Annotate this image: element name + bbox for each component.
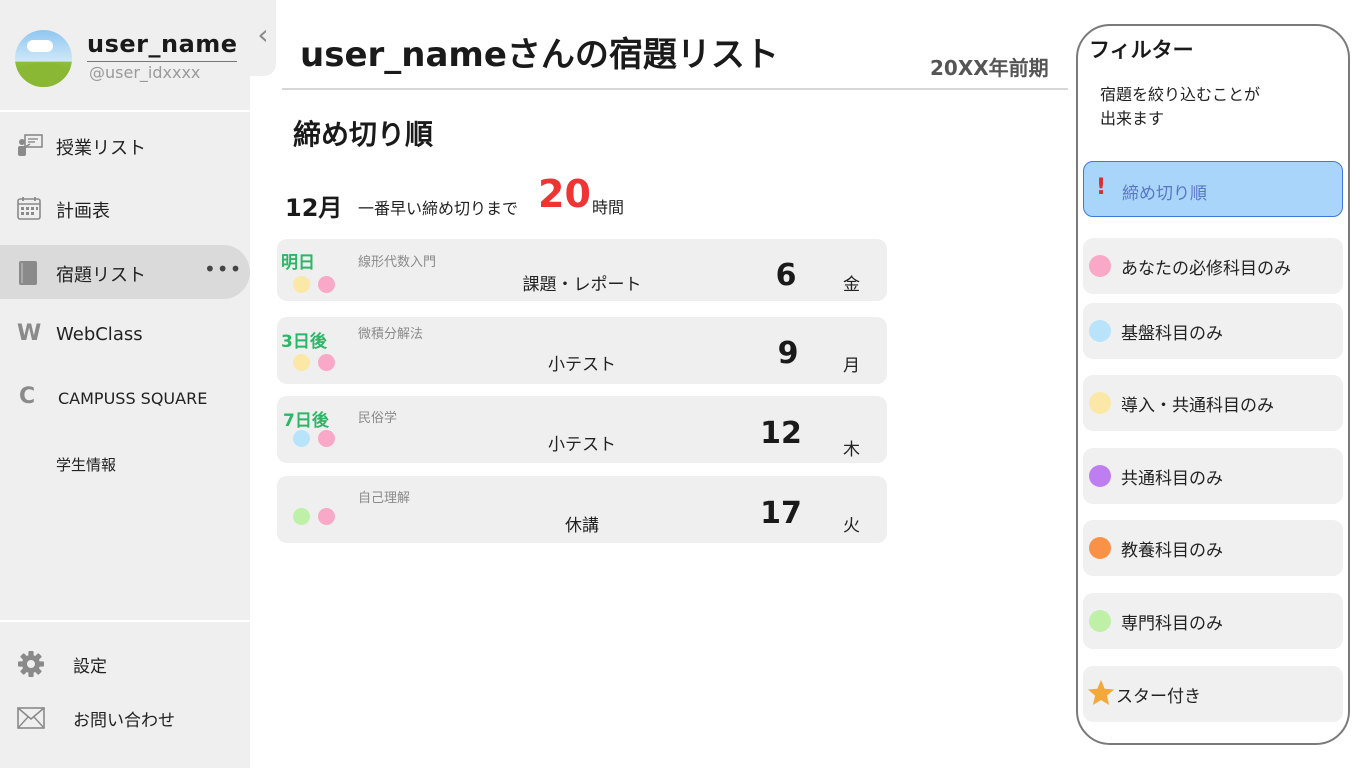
homework-card[interactable]: 明日 線形代数入門 課題・レポート 6 金: [277, 239, 887, 301]
exclamation-icon: !: [1096, 175, 1107, 200]
category-dot: [1089, 320, 1111, 342]
filter-panel: フィルター 宿題を絞り込むことが 出来ます ! 締め切り順 あなたの必修科目のみ…: [1076, 24, 1350, 745]
calendar-icon: [17, 196, 41, 220]
due-day: 9: [777, 336, 799, 371]
sidebar-item-label: 計画表: [56, 201, 110, 222]
category-dot: [293, 508, 310, 525]
sidebar-item-label: 設定: [73, 657, 107, 677]
category-dot: [1089, 610, 1111, 632]
avatar: [15, 30, 72, 87]
letter-c-icon: C: [19, 384, 36, 409]
filter-foundation[interactable]: 基盤科目のみ: [1083, 303, 1343, 359]
category-dot: [1089, 392, 1111, 414]
filter-introductory-common[interactable]: 導入・共通科目のみ: [1083, 375, 1343, 431]
page-title: user_nameさんの宿題リスト: [300, 35, 779, 75]
sidebar-item-contact[interactable]: お問い合わせ: [0, 690, 250, 744]
sidebar: user_name @user_idxxxx 授業リスト 計画表 宿題リスト •…: [0, 0, 250, 768]
course-name: 線形代数入門: [358, 255, 437, 270]
homework-card[interactable]: 自己理解 休講 17 火: [277, 476, 887, 543]
book-icon: [17, 260, 41, 285]
assignment-type: 小テスト: [548, 355, 616, 375]
sidebar-item-label: CAMPUSS SQUARE: [58, 389, 208, 408]
assignment-type: 小テスト: [548, 435, 616, 455]
deadline-countdown-label: 一番早い締め切りまで: [358, 199, 519, 218]
sidebar-item-label: 授業リスト: [56, 138, 146, 159]
user-name: user_name: [87, 30, 238, 58]
sidebar-item-webclass[interactable]: W WebClass: [0, 308, 250, 362]
section-title: 締め切り順: [293, 118, 434, 151]
category-dot: [318, 276, 335, 293]
sidebar-item-settings[interactable]: 設定: [0, 636, 250, 690]
relative-due: 明日: [281, 253, 315, 273]
due-day: 12: [760, 416, 802, 451]
collapse-sidebar-button[interactable]: ‹: [250, 0, 276, 76]
classroom-icon: [17, 133, 43, 157]
filter-title: フィルター: [1089, 38, 1194, 62]
relative-due: 7日後: [283, 411, 329, 431]
hours-unit: 時間: [592, 198, 625, 217]
sidebar-item-label: WebClass: [56, 324, 143, 345]
title-divider: [282, 88, 1068, 90]
month-label: 12月: [285, 194, 343, 222]
due-weekday: 金: [843, 275, 860, 295]
category-dot: [293, 354, 310, 371]
filter-label: 共通科目のみ: [1121, 469, 1223, 489]
filter-label: 締め切り順: [1122, 184, 1207, 204]
category-dot: [1089, 465, 1111, 487]
sidebar-item-campuss-square[interactable]: C CAMPUSS SQUARE: [0, 371, 250, 425]
sidebar-item-label: 宿題リスト: [56, 265, 146, 286]
due-weekday: 木: [843, 440, 860, 460]
category-dot: [1089, 255, 1111, 277]
sidebar-item-schedule[interactable]: 計画表: [0, 181, 250, 235]
filter-label: スター付き: [1116, 687, 1201, 707]
course-name: 微積分解法: [358, 327, 424, 342]
homework-card[interactable]: 3日後 微積分解法 小テスト 9 月: [277, 317, 887, 384]
filter-starred[interactable]: スター付き: [1083, 666, 1343, 722]
relative-due: 3日後: [281, 332, 327, 352]
deadline-hours: 20: [538, 172, 591, 216]
letter-w-icon: W: [17, 321, 42, 346]
assignment-type: 課題・レポート: [522, 275, 642, 295]
filter-label: 教養科目のみ: [1121, 541, 1223, 561]
homework-card[interactable]: 7日後 民俗学 小テスト 12 木: [277, 396, 887, 463]
filter-required[interactable]: あなたの必修科目のみ: [1083, 238, 1343, 294]
filter-specialized[interactable]: 専門科目のみ: [1083, 593, 1343, 649]
filter-description: 宿題を絞り込むことが 出来ます: [1100, 85, 1261, 128]
due-day: 6: [775, 258, 797, 293]
more-options-icon[interactable]: •••: [204, 257, 242, 281]
filter-label: 専門科目のみ: [1121, 614, 1223, 634]
due-day: 17: [760, 496, 802, 531]
category-dot: [318, 508, 335, 525]
user-id: @user_idxxxx: [89, 63, 201, 82]
filter-deadline-order[interactable]: ! 締め切り順: [1083, 161, 1343, 217]
category-dot: [293, 276, 310, 293]
due-weekday: 火: [843, 516, 860, 536]
user-profile[interactable]: user_name @user_idxxxx: [0, 0, 250, 112]
sidebar-item-label: 学生情報: [56, 456, 117, 474]
filter-label: 導入・共通科目のみ: [1121, 396, 1274, 416]
sidebar-divider: [0, 620, 250, 622]
sidebar-item-homework-list[interactable]: 宿題リスト •••: [0, 245, 250, 299]
filter-liberal-arts[interactable]: 教養科目のみ: [1083, 520, 1343, 576]
category-dot: [318, 354, 335, 371]
filter-label: あなたの必修科目のみ: [1121, 259, 1291, 279]
due-weekday: 月: [843, 356, 860, 376]
term-label: 20XX年前期: [930, 56, 1049, 80]
star-icon: [1086, 678, 1116, 708]
gear-icon: [17, 650, 44, 677]
category-dot: [1089, 537, 1111, 559]
filter-label: 基盤科目のみ: [1121, 324, 1223, 344]
category-dot: [318, 430, 335, 447]
course-name: 自己理解: [358, 491, 411, 506]
sidebar-item-class-list[interactable]: 授業リスト: [0, 118, 250, 172]
filter-common[interactable]: 共通科目のみ: [1083, 448, 1343, 504]
course-name: 民俗学: [358, 411, 398, 426]
sidebar-item-label: お問い合わせ: [73, 711, 175, 731]
sidebar-item-student-info[interactable]: 学生情報: [0, 437, 250, 491]
category-dot: [293, 430, 310, 447]
user-name-underline: [87, 61, 237, 62]
assignment-type: 休講: [565, 516, 599, 536]
mail-icon: [17, 707, 45, 731]
